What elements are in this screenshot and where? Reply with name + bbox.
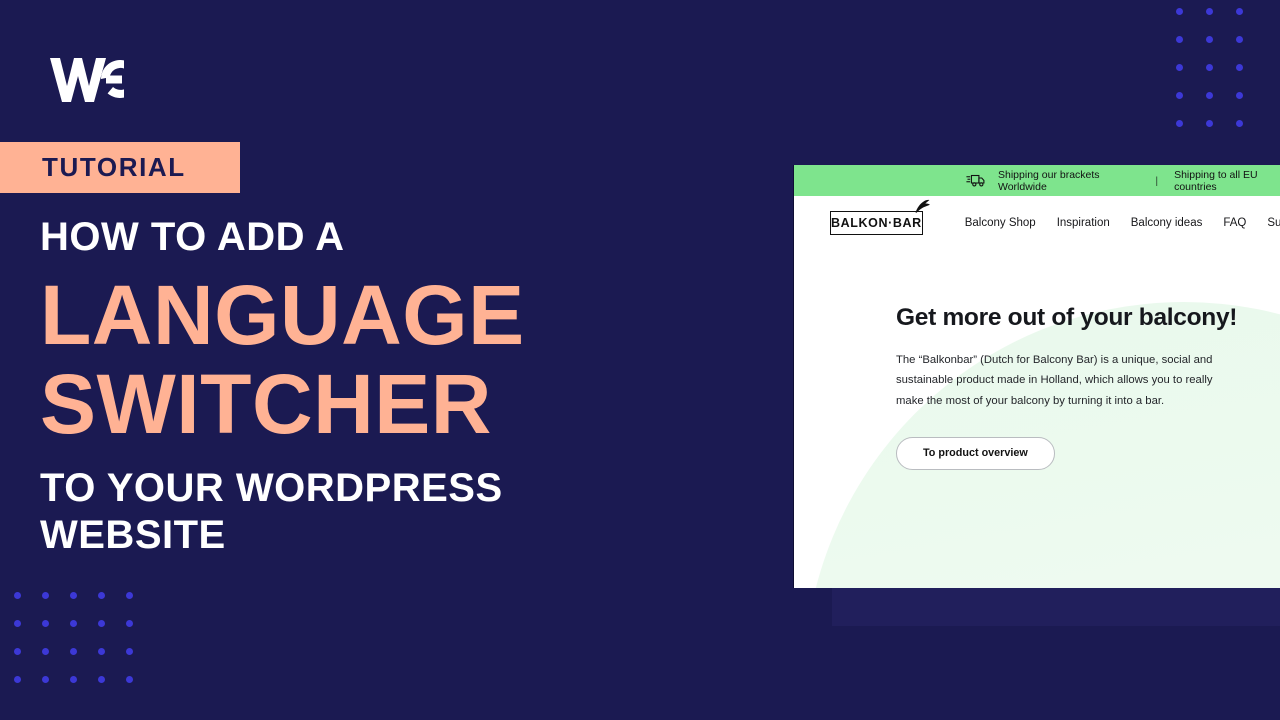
nav-item-sustainability[interactable]: Sustainability [1267, 217, 1280, 229]
decorative-dot [14, 648, 21, 655]
decorative-dot [1206, 64, 1213, 71]
site-preview-shadow [832, 588, 1280, 626]
decorative-dot [42, 620, 49, 627]
site-hero-section: Get more out of your balcony! The “Balko… [794, 250, 1280, 588]
delivery-truck-icon [966, 173, 986, 188]
website-preview-panel: Shipping our brackets Worldwide | Shippi… [793, 165, 1280, 588]
headline-line-2: LANGUAGE [40, 268, 525, 363]
headline-line-1: HOW TO ADD A [40, 215, 345, 259]
decorative-dot [70, 592, 77, 599]
decorative-dot [98, 648, 105, 655]
decorative-dot [98, 676, 105, 683]
balkonbar-logo-text: BALKON·BAR [831, 216, 922, 230]
decorative-dot [1206, 120, 1213, 127]
headline-line-5: WEBSITE [40, 513, 226, 558]
hero-title: Get more out of your balcony! [896, 304, 1238, 331]
nav-item-balcony-ideas[interactable]: Balcony ideas [1131, 217, 1203, 229]
decorative-dot [1236, 8, 1243, 15]
decorative-dot [1176, 36, 1183, 43]
decorative-dot [70, 620, 77, 627]
bird-icon [912, 199, 934, 220]
site-nav-links: Balcony Shop Inspiration Balcony ideas F… [965, 217, 1280, 229]
shipping-separator: | [1155, 174, 1159, 187]
decorative-dot [42, 592, 49, 599]
decorative-dot [98, 620, 105, 627]
headline-line-3: SWITCHER [40, 357, 492, 452]
shipping-message-right: Shipping to all EU countries [1174, 168, 1258, 193]
nav-item-balcony-shop[interactable]: Balcony Shop [965, 217, 1036, 229]
to-product-overview-button[interactable]: To product overview [896, 436, 1055, 470]
decorative-dot [126, 676, 133, 683]
nav-item-faq[interactable]: FAQ [1223, 217, 1246, 229]
decorative-dot [70, 676, 77, 683]
decorative-dot-grid-top-right [1176, 8, 1266, 148]
decorative-dot [42, 648, 49, 655]
decorative-dot [1236, 92, 1243, 99]
decorative-dot-grid-bottom-left [14, 592, 154, 704]
decorative-dot [1176, 120, 1183, 127]
decorative-dot [1176, 8, 1183, 15]
page-title: HOW TO ADD A LANGUAGE SWITCHER TO YOUR W… [40, 214, 680, 560]
decorative-dot [126, 592, 133, 599]
wg-monogram-logo [48, 52, 124, 106]
decorative-dot [1206, 36, 1213, 43]
decorative-dot [14, 676, 21, 683]
decorative-dot [1236, 36, 1243, 43]
nav-item-inspiration[interactable]: Inspiration [1057, 217, 1110, 229]
decorative-dot [70, 648, 77, 655]
balkonbar-logo[interactable]: BALKON·BAR [830, 199, 930, 235]
tutorial-badge-label: TUTORIAL [42, 152, 186, 182]
hero-description: The “Balkonbar” (Dutch for Balcony Bar) … [896, 353, 1213, 407]
decorative-dot [126, 648, 133, 655]
decorative-dot [14, 592, 21, 599]
decorative-dot [14, 620, 21, 627]
headline-line-4: TO YOUR WORDPRESS [40, 466, 503, 511]
decorative-dot [1236, 64, 1243, 71]
decorative-dot [1206, 92, 1213, 99]
shipping-message-left: Shipping our brackets Worldwide [998, 168, 1100, 193]
decorative-dot [1206, 8, 1213, 15]
site-navigation-bar: BALKON·BAR Balcony Shop Inspiration Balc… [794, 196, 1280, 250]
tutorial-badge: TUTORIAL [0, 142, 240, 193]
decorative-dot [1176, 64, 1183, 71]
decorative-dot [42, 676, 49, 683]
decorative-dot [98, 592, 105, 599]
decorative-dot [1176, 92, 1183, 99]
decorative-dot [126, 620, 133, 627]
shipping-announcement-bar: Shipping our brackets Worldwide | Shippi… [794, 165, 1280, 196]
hero-content: Get more out of your balcony! The “Balko… [896, 303, 1280, 470]
decorative-dot [1236, 120, 1243, 127]
